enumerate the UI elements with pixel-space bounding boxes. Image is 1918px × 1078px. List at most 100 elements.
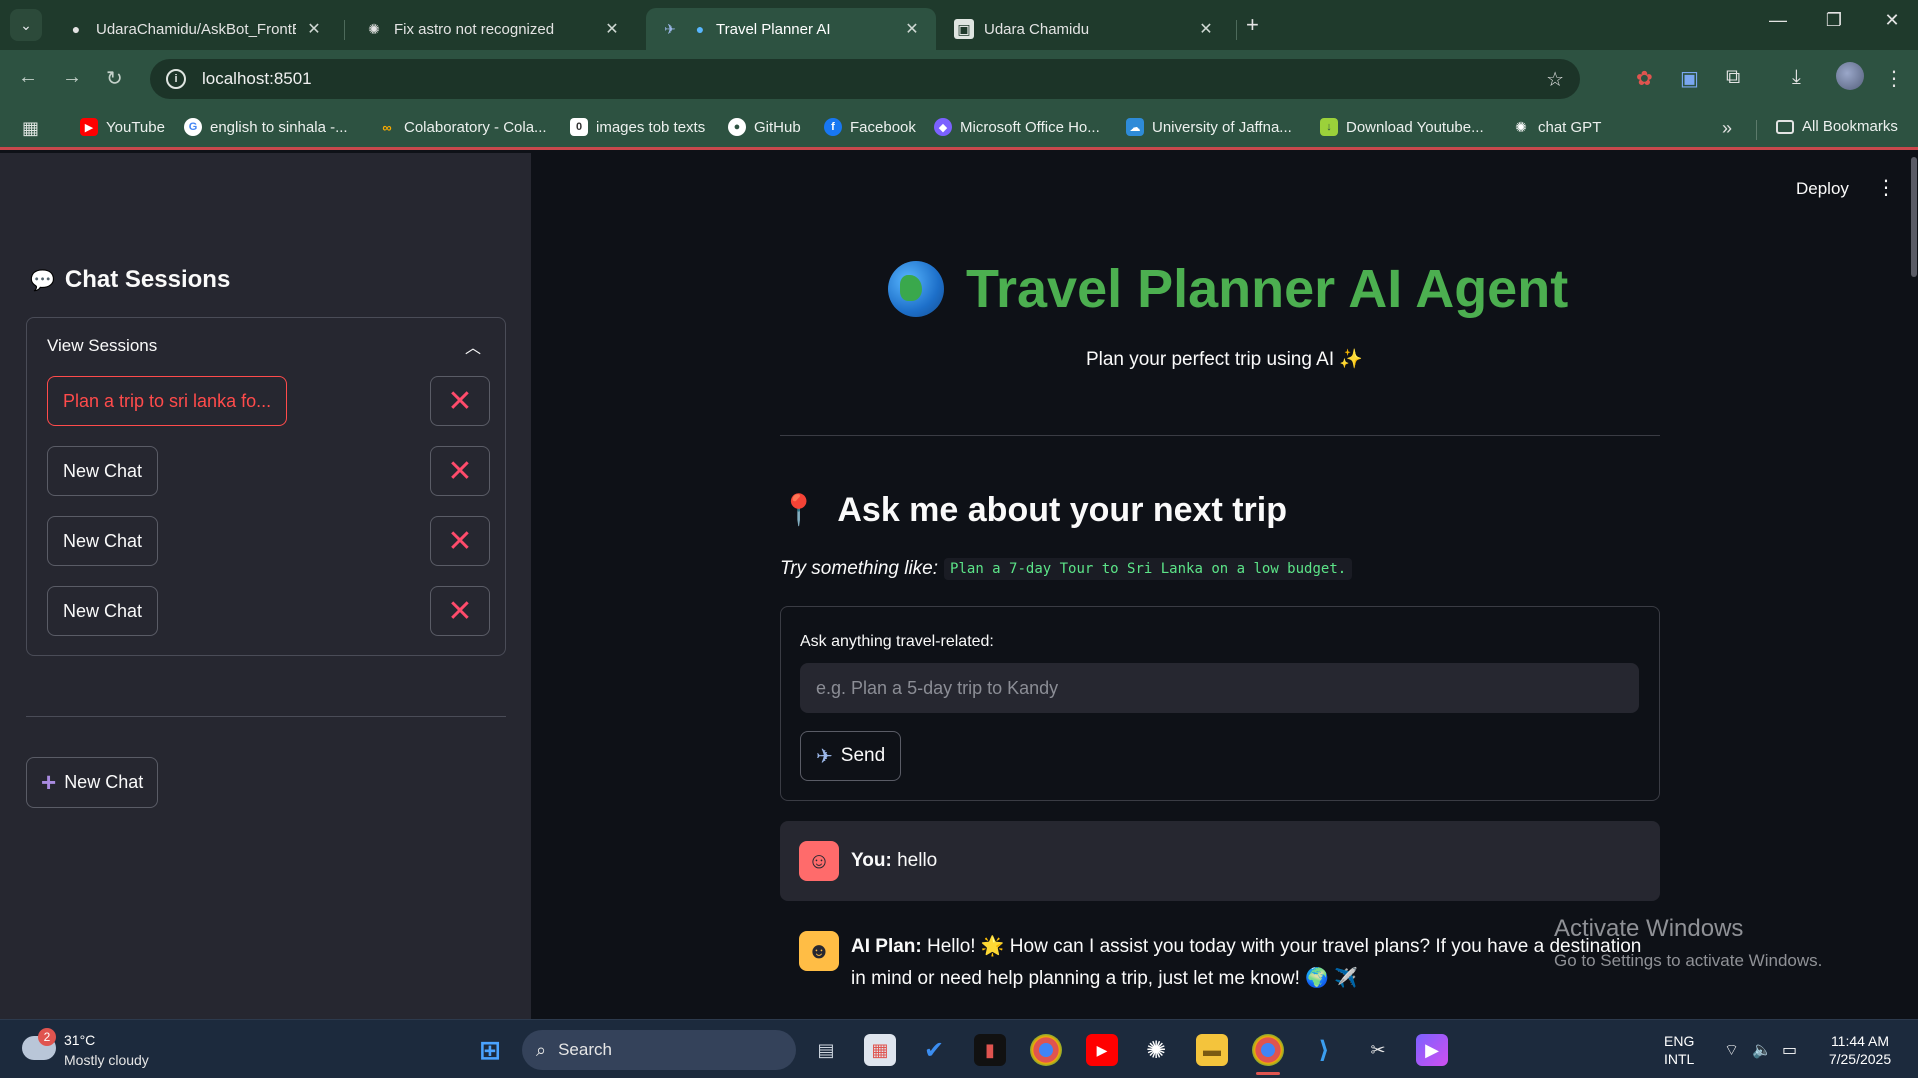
download-icon[interactable]: ⤓ [1792,66,1801,89]
wifi-icon[interactable]: ⌔ [1724,1040,1739,1060]
tab-search-button[interactable]: ⌄ [10,9,42,41]
extensions-puzzle-icon[interactable]: ⧉ [1726,66,1740,89]
expander-header[interactable]: View Sessions [47,336,157,356]
battery-icon[interactable]: ▭ [1782,1040,1797,1060]
message-text: AI Plan: Hello! 🌟 How can I assist you t… [851,936,1642,989]
bookmark-university-jaffna[interactable]: ☁ University of Jaffna... [1126,118,1292,136]
cookie-extension-icon[interactable]: ✿ [1636,66,1653,91]
chrome-icon[interactable] [1030,1034,1062,1066]
tab-close-icon[interactable]: ✕ [1196,19,1216,39]
bookmark-download-youtube[interactable]: ↓ Download Youtube... [1320,118,1484,136]
session-button[interactable]: New Chat [47,446,159,496]
tab-close-icon[interactable]: ✕ [602,19,622,39]
document-icon: 0 [570,118,588,136]
translate-extension-icon[interactable]: ▣ [1680,66,1699,91]
bookmark-github[interactable]: ● GitHub [728,118,801,136]
windows-start-icon[interactable]: ⊞ [474,1034,506,1066]
scrollbar[interactable] [1911,157,1917,277]
taskbar-search[interactable]: ⌕ Search [522,1030,796,1070]
plane-icon: ✈ [664,20,676,37]
bookmark-youtube[interactable]: ▶ YouTube [80,118,165,136]
bookmark-star-icon[interactable]: ☆ [1546,67,1564,92]
tab-askbot[interactable]: ● UdaraChamidu/AskBot_FrontEn ✕ [52,8,338,50]
bookmark-microsoft-office[interactable]: ◆ Microsoft Office Ho... [934,118,1100,136]
vscode-icon[interactable]: ⟩ [1308,1034,1340,1066]
close-icon: ✕ [447,384,473,418]
restore-icon[interactable]: ❐ [1814,10,1854,31]
pin-icon: 📍 [780,494,818,527]
weather-description[interactable]: Mostly cloudy [64,1052,149,1068]
chatgpt-icon: ✺ [1515,118,1527,135]
notification-badge: 2 [38,1028,56,1046]
clipchamp-icon[interactable]: ▶ [1416,1034,1448,1066]
globe-icon: ● [695,21,705,37]
github-icon: ● [71,21,81,37]
todo-icon[interactable]: ✔ [918,1034,950,1066]
close-window-icon[interactable]: ✕ [1872,10,1912,31]
session-button[interactable]: New Chat [47,516,159,566]
tab-travel-planner[interactable]: ✈ ● Travel Planner AI ✕ [646,8,936,50]
url-text[interactable]: localhost:8501 [202,69,312,89]
tab-close-icon[interactable]: ✕ [902,19,922,39]
bookmark-facebook[interactable]: f Facebook [824,118,916,136]
example-code: Plan a 7-day Tour to Sri Lanka on a low … [944,558,1353,580]
snipping-tool-icon[interactable]: ✂ [1362,1034,1394,1066]
folder-icon [1776,119,1794,134]
colab-icon: ∞ [382,119,392,135]
delete-session-button[interactable]: ✕ [430,516,490,566]
volume-icon[interactable]: 🔈 [1752,1040,1772,1060]
deploy-button[interactable]: Deploy [1796,179,1849,199]
delete-session-button[interactable]: ✕ [430,586,490,636]
file-explorer-icon[interactable]: ▬ [1196,1034,1228,1066]
language-indicator[interactable]: ENG INTL [1664,1032,1694,1068]
chat-message-user: ☺ You: hello [780,821,1660,901]
main-content: Deploy ⋮ Travel Planner AI Agent Plan yo… [531,153,1918,1019]
app-menu-icon[interactable]: ⋮ [1876,175,1896,200]
youtube-icon[interactable]: ▶ [1086,1034,1118,1066]
reload-icon[interactable]: ↻ [106,66,123,91]
sidebar: 💬 Chat Sessions View Sessions ︿ Plan a t… [0,153,531,1019]
download-arrow-icon: ↓ [1320,118,1338,136]
task-view-icon[interactable]: ▤ [810,1034,842,1066]
chatgpt-icon: ✺ [368,20,380,37]
example-hint: Try something like: Plan a 7-day Tour to… [780,558,1353,580]
more-bookmarks-icon[interactable]: » [1722,118,1732,139]
bookmark-colab[interactable]: ∞ Colaboratory - Cola... [378,118,546,136]
store-icon[interactable]: ▦ [864,1034,896,1066]
url-bar[interactable]: i localhost:8501 ☆ [150,59,1580,99]
sessions-expander: View Sessions ︿ Plan a trip to sri lanka… [26,317,506,656]
bookmark-english-sinhala[interactable]: G english to sinhala -... [184,118,348,136]
forward-icon[interactable]: → [62,66,82,89]
menu-kebab-icon[interactable]: ⋮ [1884,66,1904,91]
session-button[interactable]: Plan a trip to sri lanka fo... [47,376,288,426]
new-tab-icon[interactable]: + [1246,12,1259,38]
site-info-icon[interactable]: i [166,69,186,89]
tab-close-icon[interactable]: ✕ [304,19,324,39]
chevron-up-icon[interactable]: ︿ [465,334,481,358]
new-chat-button[interactable]: + New Chat [26,757,159,808]
all-bookmarks[interactable]: All Bookmarks [1776,118,1898,135]
weather-temperature[interactable]: 31°C [64,1032,95,1048]
chatgpt-icon[interactable]: ✺ [1140,1034,1172,1066]
active-app-indicator [1256,1072,1280,1075]
profile-icon: ▣ [954,19,974,39]
bookmark-chat-gpt[interactable]: ✺ chat GPT [1512,118,1601,136]
tab-udara-chamidu[interactable]: ▣ Udara Chamidu ✕ [940,8,1230,50]
delete-session-button[interactable]: ✕ [430,376,490,426]
minimize-icon[interactable]: — [1758,10,1798,31]
office-icon: ◆ [934,118,952,136]
delete-session-button[interactable]: ✕ [430,446,490,496]
facebook-icon: f [824,118,842,136]
clock[interactable]: 11:44 AM 7/25/2025 [1818,1032,1902,1068]
chrome-profile-icon[interactable] [1252,1034,1284,1066]
profile-avatar[interactable] [1836,62,1864,90]
send-button[interactable]: ✈ Send [800,731,902,781]
apps-grid-icon[interactable]: ▦ [22,118,39,139]
back-icon[interactable]: ← [18,66,38,89]
session-button[interactable]: New Chat [47,586,159,636]
chart-app-icon[interactable]: ▮ [974,1034,1006,1066]
close-icon: ✕ [447,594,473,628]
travel-query-input[interactable] [800,663,1639,713]
tab-fix-astro[interactable]: ✺ Fix astro not recognized ✕ [350,8,636,50]
bookmark-images-tob-texts[interactable]: 0 images tob texts [570,118,705,136]
